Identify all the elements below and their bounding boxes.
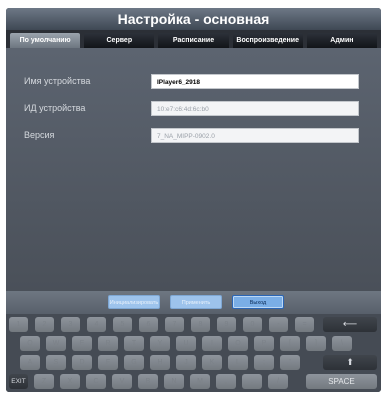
- key-comma[interactable]: ,: [216, 374, 236, 389]
- key-3[interactable]: 3: [61, 317, 80, 332]
- key-a[interactable]: A: [20, 355, 40, 370]
- key-e[interactable]: E: [72, 336, 92, 351]
- action-bar: Инициализировать Применить Выход: [6, 291, 381, 314]
- key-quote[interactable]: ': [280, 355, 300, 370]
- key-4[interactable]: 4: [87, 317, 106, 332]
- version-row: Версия 7_NA_MIPP-0902.0: [6, 128, 381, 146]
- key-b[interactable]: B: [138, 374, 158, 389]
- window-title: Настройка - основная: [6, 8, 381, 30]
- device-name-row: Имя устройства IPlayer6_2918: [6, 74, 381, 92]
- key-f[interactable]: F: [98, 355, 118, 370]
- key-i[interactable]: I: [202, 336, 222, 351]
- tab-schedule[interactable]: Расписание: [158, 33, 229, 48]
- key-equals[interactable]: =: [295, 317, 314, 332]
- onscreen-keyboard: 1 2 3 4 5 6 7 8 9 0 - = ⟵ Q W E R T Y U …: [6, 314, 381, 392]
- version-field: 7_NA_MIPP-0902.0: [151, 128, 359, 143]
- key-d[interactable]: D: [72, 355, 92, 370]
- device-id-row: ИД устройства 10:e7:c6:4d:6c:b0: [6, 101, 381, 119]
- key-9[interactable]: 9: [217, 317, 236, 332]
- key-u[interactable]: U: [176, 336, 196, 351]
- space-key[interactable]: SPACE: [306, 374, 377, 389]
- key-l[interactable]: L: [228, 355, 248, 370]
- key-m[interactable]: M: [190, 374, 210, 389]
- key-o[interactable]: O: [228, 336, 248, 351]
- version-label: Версия: [24, 130, 55, 140]
- keyboard-exit-key[interactable]: EXIT: [9, 374, 28, 389]
- key-g[interactable]: G: [124, 355, 144, 370]
- tab-bar: По умолчанию Сервер Расписание Воспроизв…: [10, 33, 378, 48]
- key-2[interactable]: 2: [35, 317, 54, 332]
- enter-key[interactable]: ⬆: [323, 355, 377, 370]
- tab-playback[interactable]: Воспроизведение: [232, 33, 303, 48]
- device-name-input[interactable]: IPlayer6_2918: [151, 74, 359, 89]
- key-semicolon[interactable]: ;: [254, 355, 274, 370]
- key-h[interactable]: H: [150, 355, 170, 370]
- backspace-key[interactable]: ⟵: [323, 317, 377, 332]
- key-v[interactable]: V: [112, 374, 132, 389]
- settings-panel: Имя устройства IPlayer6_2918 ИД устройст…: [6, 48, 381, 291]
- key-s[interactable]: S: [46, 355, 66, 370]
- key-x[interactable]: X: [60, 374, 80, 389]
- key-k[interactable]: K: [202, 355, 222, 370]
- device-id-label: ИД устройства: [24, 103, 86, 113]
- key-y[interactable]: Y: [150, 336, 170, 351]
- key-minus[interactable]: -: [269, 317, 288, 332]
- tab-default[interactable]: По умолчанию: [10, 33, 81, 48]
- key-slash[interactable]: /: [268, 374, 288, 389]
- key-t[interactable]: T: [124, 336, 144, 351]
- apply-button[interactable]: Применить: [170, 295, 222, 309]
- key-backslash[interactable]: \: [332, 336, 352, 351]
- key-7[interactable]: 7: [165, 317, 184, 332]
- key-left-bracket[interactable]: [: [280, 336, 300, 351]
- key-6[interactable]: 6: [139, 317, 158, 332]
- initialize-button[interactable]: Инициализировать: [108, 295, 160, 309]
- key-1[interactable]: 1: [9, 317, 28, 332]
- key-j[interactable]: J: [176, 355, 196, 370]
- tab-server[interactable]: Сервер: [84, 33, 155, 48]
- key-n[interactable]: N: [164, 374, 184, 389]
- key-r[interactable]: R: [98, 336, 118, 351]
- key-q[interactable]: Q: [20, 336, 40, 351]
- key-5[interactable]: 5: [113, 317, 132, 332]
- key-0[interactable]: 0: [243, 317, 262, 332]
- tab-admin[interactable]: Админ: [306, 33, 378, 48]
- device-id-field: 10:e7:c6:4d:6c:b0: [151, 101, 359, 116]
- device-name-label: Имя устройства: [24, 76, 91, 86]
- key-z[interactable]: Z: [34, 374, 54, 389]
- key-right-bracket[interactable]: ]: [306, 336, 326, 351]
- key-8[interactable]: 8: [191, 317, 210, 332]
- key-c[interactable]: C: [86, 374, 106, 389]
- exit-button[interactable]: Выход: [232, 295, 284, 309]
- key-p[interactable]: P: [254, 336, 274, 351]
- key-period[interactable]: .: [242, 374, 262, 389]
- key-w[interactable]: W: [46, 336, 66, 351]
- settings-window: Настройка - основная По умолчанию Сервер…: [6, 8, 381, 392]
